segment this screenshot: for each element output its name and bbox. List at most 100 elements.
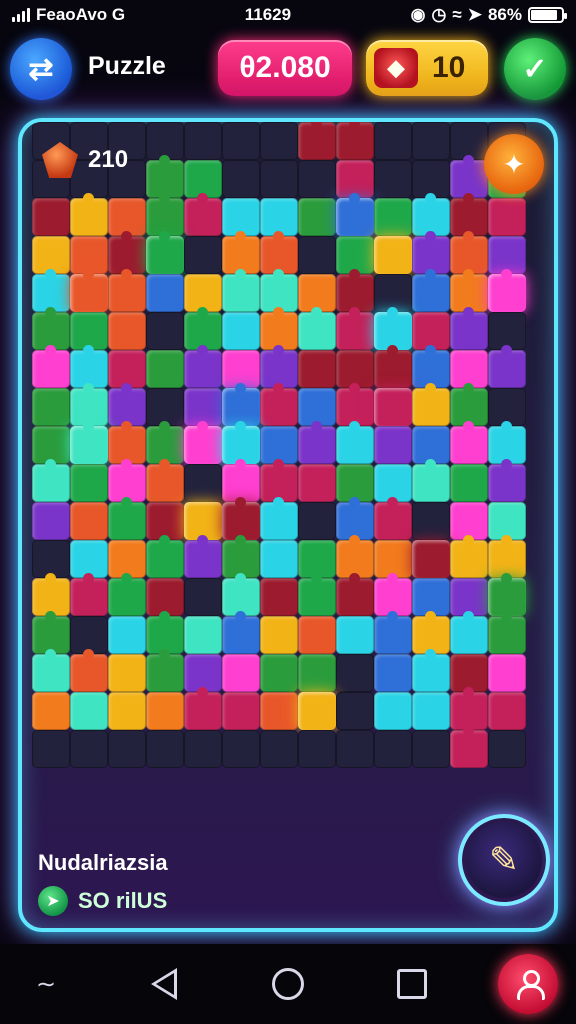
puzzle-piece[interactable] (374, 160, 412, 198)
puzzle-piece[interactable] (184, 122, 222, 160)
puzzle-piece[interactable] (336, 730, 374, 768)
puzzle-piece[interactable] (222, 611, 260, 654)
puzzle-piece[interactable] (298, 160, 336, 198)
puzzle-piece[interactable] (488, 730, 526, 768)
puzzle-piece[interactable] (184, 421, 222, 464)
puzzle-piece[interactable] (146, 459, 184, 502)
puzzle-piece[interactable] (336, 193, 374, 236)
puzzle-piece[interactable] (298, 421, 336, 464)
puzzle-piece[interactable] (374, 497, 412, 540)
puzzle-piece[interactable] (298, 692, 336, 730)
puzzle-piece[interactable] (374, 236, 412, 274)
back-gesture-icon[interactable]: ∼ (22, 960, 70, 1008)
puzzle-piece[interactable] (336, 654, 374, 692)
puzzle-piece[interactable] (450, 725, 488, 768)
puzzle-piece[interactable] (374, 345, 412, 388)
puzzle-piece[interactable] (260, 383, 298, 426)
puzzle-piece[interactable] (450, 307, 488, 350)
edit-button[interactable]: ✎ (462, 818, 546, 902)
puzzle-piece[interactable] (412, 540, 450, 578)
puzzle-piece[interactable] (260, 730, 298, 768)
puzzle-piece[interactable] (70, 649, 108, 692)
puzzle-piece[interactable] (298, 198, 336, 236)
puzzle-piece[interactable] (298, 502, 336, 540)
puzzle-piece[interactable] (336, 692, 374, 730)
puzzle-piece[interactable] (488, 611, 526, 654)
puzzle-grid[interactable] (22, 122, 554, 928)
puzzle-piece[interactable] (450, 464, 488, 502)
puzzle-piece[interactable] (146, 274, 184, 312)
puzzle-piece[interactable] (146, 535, 184, 578)
puzzle-piece[interactable] (260, 497, 298, 540)
puzzle-piece[interactable] (108, 654, 146, 692)
puzzle-piece[interactable] (70, 193, 108, 236)
puzzle-piece[interactable] (32, 502, 70, 540)
puzzle-piece[interactable] (32, 730, 70, 768)
puzzle-piece[interactable] (488, 269, 526, 312)
puzzle-piece[interactable] (488, 459, 526, 502)
back-button[interactable]: ⇄ (10, 38, 72, 100)
puzzle-piece[interactable] (488, 654, 526, 692)
back-triangle-icon[interactable] (140, 960, 188, 1008)
puzzle-piece[interactable] (336, 616, 374, 654)
hint-button[interactable]: ✦ (484, 134, 544, 194)
puzzle-piece[interactable] (412, 649, 450, 692)
puzzle-piece[interactable] (450, 611, 488, 654)
puzzle-piece[interactable] (184, 730, 222, 768)
puzzle-piece[interactable] (488, 692, 526, 730)
puzzle-piece[interactable] (222, 122, 260, 160)
puzzle-piece[interactable] (222, 730, 260, 768)
puzzle-piece[interactable] (70, 573, 108, 616)
puzzle-piece[interactable] (488, 345, 526, 388)
puzzle-piece[interactable] (108, 312, 146, 350)
puzzle-piece[interactable] (146, 312, 184, 350)
puzzle-piece[interactable] (70, 464, 108, 502)
recents-square-icon[interactable] (388, 960, 436, 1008)
puzzle-piece[interactable] (298, 573, 336, 616)
puzzle-piece[interactable] (146, 350, 184, 388)
puzzle-piece[interactable] (184, 236, 222, 274)
puzzle-piece[interactable] (374, 692, 412, 730)
puzzle-piece[interactable] (222, 312, 260, 350)
confirm-button[interactable]: ✓ (504, 38, 566, 100)
puzzle-piece[interactable] (70, 421, 108, 464)
home-circle-icon[interactable] (264, 960, 312, 1008)
puzzle-piece[interactable] (298, 350, 336, 388)
puzzle-piece[interactable] (336, 122, 374, 160)
puzzle-piece[interactable] (374, 426, 412, 464)
puzzle-piece[interactable] (374, 730, 412, 768)
puzzle-piece[interactable] (222, 269, 260, 312)
puzzle-piece[interactable] (70, 692, 108, 730)
puzzle-piece[interactable] (146, 231, 184, 274)
puzzle-piece[interactable] (32, 649, 70, 692)
puzzle-piece[interactable] (184, 193, 222, 236)
puzzle-piece[interactable] (32, 388, 70, 426)
puzzle-piece[interactable] (298, 654, 336, 692)
puzzle-piece[interactable] (184, 687, 222, 730)
puzzle-piece[interactable] (32, 692, 70, 730)
puzzle-piece[interactable] (70, 502, 108, 540)
puzzle-piece[interactable] (412, 459, 450, 502)
puzzle-piece[interactable] (260, 122, 298, 160)
puzzle-piece[interactable] (108, 269, 146, 312)
puzzle-piece[interactable] (70, 269, 108, 312)
puzzle-piece[interactable] (412, 383, 450, 426)
puzzle-piece[interactable] (108, 616, 146, 654)
puzzle-piece[interactable] (412, 730, 450, 768)
puzzle-piece[interactable] (260, 616, 298, 654)
puzzle-piece[interactable] (32, 459, 70, 502)
puzzle-piece[interactable] (146, 692, 184, 730)
puzzle-piece[interactable] (222, 160, 260, 198)
puzzle-piece[interactable] (412, 122, 450, 160)
puzzle-piece[interactable] (260, 692, 298, 730)
puzzle-piece[interactable] (108, 573, 146, 616)
puzzle-piece[interactable] (298, 464, 336, 502)
puzzle-piece[interactable] (412, 269, 450, 312)
puzzle-piece[interactable] (374, 654, 412, 692)
coins-button[interactable]: ◆ 10 (366, 40, 488, 96)
puzzle-piece[interactable] (298, 616, 336, 654)
puzzle-piece[interactable] (146, 649, 184, 692)
puzzle-piece[interactable] (32, 198, 70, 236)
puzzle-piece[interactable] (260, 578, 298, 616)
puzzle-piece[interactable] (298, 307, 336, 350)
